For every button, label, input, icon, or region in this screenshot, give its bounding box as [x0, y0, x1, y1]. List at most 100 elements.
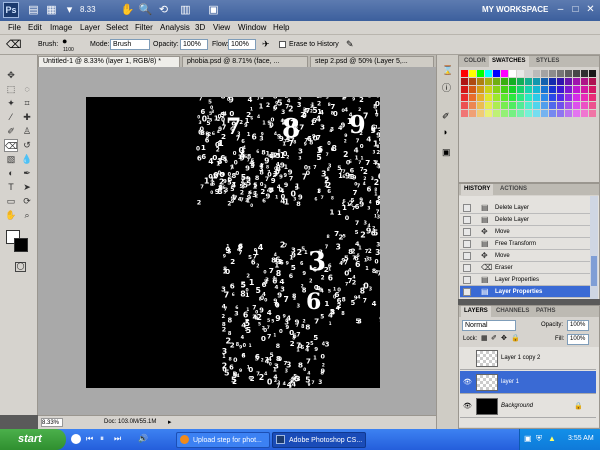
menu-edit[interactable]: Edit: [28, 23, 42, 32]
color-swatch[interactable]: [461, 110, 468, 117]
color-swatch[interactable]: [533, 94, 540, 101]
menu-filter[interactable]: Filter: [135, 23, 153, 32]
color-swatch[interactable]: [581, 102, 588, 109]
color-swatch[interactable]: [509, 70, 516, 77]
status-zoom-field[interactable]: 8.33%: [41, 418, 63, 427]
rotate-view-icon[interactable]: ⟲: [156, 3, 171, 17]
menu-view[interactable]: View: [213, 23, 230, 32]
color-swatch[interactable]: [469, 94, 476, 101]
lock-pixels-icon[interactable]: ✐: [491, 334, 497, 342]
tab-styles[interactable]: STYLES: [533, 56, 562, 67]
eye-icon[interactable]: 👁: [463, 402, 473, 411]
brush-preview-icon[interactable]: ●: [62, 36, 67, 46]
color-swatch[interactable]: [541, 102, 548, 109]
color-swatch[interactable]: [549, 86, 556, 93]
color-swatch[interactable]: [565, 70, 572, 77]
marquee-tool-icon[interactable]: ⬚: [4, 83, 18, 96]
history-source-checkbox[interactable]: [463, 240, 471, 248]
crop-tool-icon[interactable]: ⌗: [20, 97, 34, 110]
history-item[interactable]: ✥ Move: [460, 250, 590, 262]
color-swatch[interactable]: [509, 102, 516, 109]
color-swatch[interactable]: [525, 86, 532, 93]
screen-mode-icon[interactable]: ▣: [206, 3, 221, 17]
color-swatch[interactable]: [477, 70, 484, 77]
color-swatch[interactable]: [565, 94, 572, 101]
color-swatch[interactable]: [485, 94, 492, 101]
tab-step-2[interactable]: step 2.psd @ 50% (Layer 5,...: [310, 56, 434, 67]
menu-layer[interactable]: Layer: [80, 23, 100, 32]
zoom-tool-small-icon[interactable]: ⌕: [20, 209, 34, 222]
blur-tool-icon[interactable]: 💧: [20, 153, 34, 166]
color-swatch[interactable]: [501, 70, 508, 77]
color-swatch[interactable]: [461, 102, 468, 109]
quick-select-tool-icon[interactable]: ✦: [4, 97, 18, 110]
layer-row[interactable]: 👁 Background 🔒: [460, 395, 596, 418]
color-swatch[interactable]: [509, 78, 516, 85]
color-swatch[interactable]: [469, 70, 476, 77]
color-swatch[interactable]: [589, 70, 596, 77]
color-swatch[interactable]: [581, 78, 588, 85]
masks-dock-icon[interactable]: ▣: [442, 147, 451, 158]
color-swatch[interactable]: [581, 94, 588, 101]
menu-help[interactable]: Help: [273, 23, 289, 32]
history-item[interactable]: ⌫ Eraser: [460, 262, 590, 274]
color-swatch[interactable]: [477, 78, 484, 85]
tab-history[interactable]: HISTORY: [461, 184, 494, 195]
color-swatch[interactable]: [557, 70, 564, 77]
arrange-documents-icon[interactable]: ▥: [178, 3, 193, 17]
brush-dock-icon[interactable]: ✐: [442, 111, 450, 122]
dodge-tool-icon[interactable]: ◐: [4, 167, 18, 180]
lasso-tool-icon[interactable]: ◌: [20, 83, 34, 96]
menu-analysis[interactable]: Analysis: [160, 23, 190, 32]
color-swatch[interactable]: [533, 86, 540, 93]
color-swatch[interactable]: [541, 110, 548, 117]
color-swatch[interactable]: [501, 110, 508, 117]
color-swatch[interactable]: [533, 110, 540, 117]
color-swatch[interactable]: [549, 102, 556, 109]
history-item-selected[interactable]: ▤ Layer Properties: [460, 286, 590, 298]
color-swatch[interactable]: [517, 102, 524, 109]
healing-brush-tool-icon[interactable]: ✚: [20, 111, 34, 124]
color-swatch[interactable]: [581, 70, 588, 77]
menu-file[interactable]: File: [8, 23, 21, 32]
color-swatch[interactable]: [533, 70, 540, 77]
color-swatch[interactable]: [493, 102, 500, 109]
color-swatch[interactable]: [525, 102, 532, 109]
brush-tool-icon[interactable]: ✐: [4, 125, 18, 138]
color-swatch[interactable]: [517, 86, 524, 93]
color-swatch[interactable]: [493, 94, 500, 101]
color-swatch[interactable]: [525, 78, 532, 85]
layer-opacity-field[interactable]: 100%: [567, 320, 589, 331]
prev-track-icon[interactable]: ⏮: [86, 434, 93, 444]
network-icon[interactable]: ▣: [524, 434, 532, 443]
type-tool-icon[interactable]: T: [4, 181, 18, 194]
history-item[interactable]: ▤ Free Transform: [460, 238, 590, 250]
color-swatch[interactable]: [477, 86, 484, 93]
history-item[interactable]: ▤ Layer Properties: [460, 274, 590, 286]
history-item[interactable]: ▤ Delete Layer: [460, 214, 590, 226]
hand-tool-icon[interactable]: ✋: [120, 3, 135, 17]
color-swatch[interactable]: [501, 102, 508, 109]
adjustments-dock-icon[interactable]: ◑: [442, 127, 447, 137]
layer-row[interactable]: Layer 1 copy 2: [460, 347, 596, 370]
color-swatch[interactable]: [509, 110, 516, 117]
tab-swatches[interactable]: SWATCHES: [489, 56, 529, 67]
color-swatch[interactable]: [493, 70, 500, 77]
shape-tool-icon[interactable]: ▭: [4, 195, 18, 208]
color-swatch[interactable]: [541, 86, 548, 93]
lock-position-icon[interactable]: ✥: [501, 334, 507, 342]
visibility-toggle-hidden[interactable]: [463, 354, 473, 363]
color-swatch[interactable]: [461, 70, 468, 77]
antivirus-icon[interactable]: ▲: [548, 434, 556, 443]
color-swatch[interactable]: [565, 110, 572, 117]
gradient-tool-icon[interactable]: ▧: [4, 153, 18, 166]
flow-field[interactable]: 100%: [228, 39, 256, 50]
color-swatch[interactable]: [485, 70, 492, 77]
color-swatch[interactable]: [477, 102, 484, 109]
path-selection-tool-icon[interactable]: ➤: [20, 181, 34, 194]
color-swatch[interactable]: [477, 94, 484, 101]
color-swatch[interactable]: [557, 110, 564, 117]
color-swatch[interactable]: [525, 110, 532, 117]
color-swatch[interactable]: [485, 86, 492, 93]
bridge-icon[interactable]: ▤: [26, 3, 41, 17]
